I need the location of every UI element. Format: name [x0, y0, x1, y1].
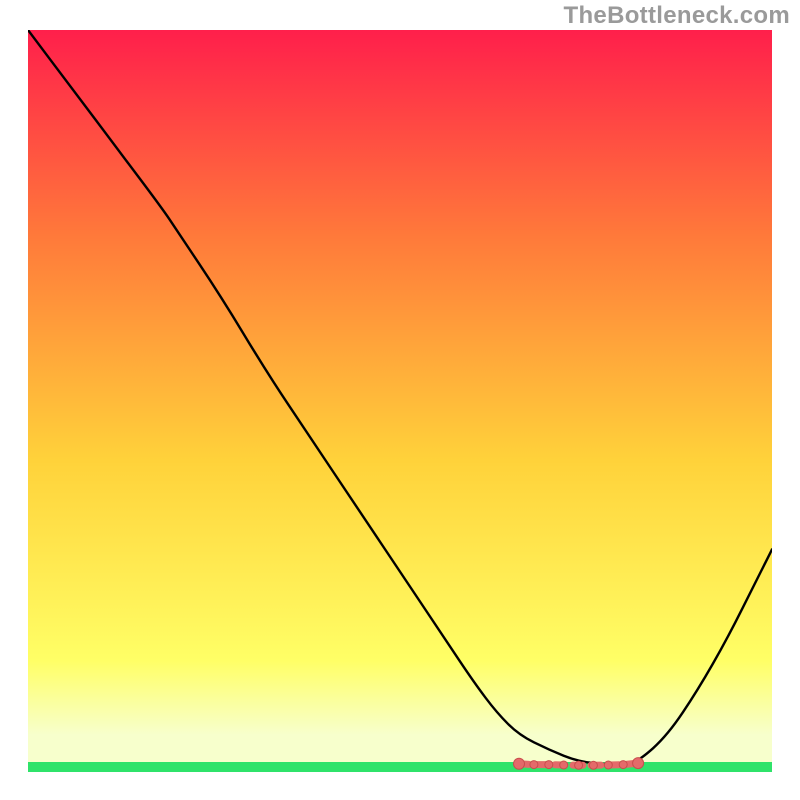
optimal-marker	[633, 758, 644, 769]
chart-stage: TheBottleneck.com	[0, 0, 800, 800]
optimal-marker	[619, 761, 627, 769]
watermark-text: TheBottleneck.com	[564, 2, 790, 30]
optimal-marker	[514, 758, 525, 769]
optimal-marker	[560, 761, 568, 769]
optimal-marker	[589, 761, 597, 769]
optimal-marker	[575, 761, 583, 769]
optimal-marker	[530, 761, 538, 769]
optimal-marker	[604, 761, 612, 769]
optimal-marker	[545, 761, 553, 769]
gradient-background	[28, 30, 772, 772]
plot-area	[28, 30, 772, 772]
bottleneck-chart	[28, 30, 772, 772]
green-band	[28, 762, 772, 772]
